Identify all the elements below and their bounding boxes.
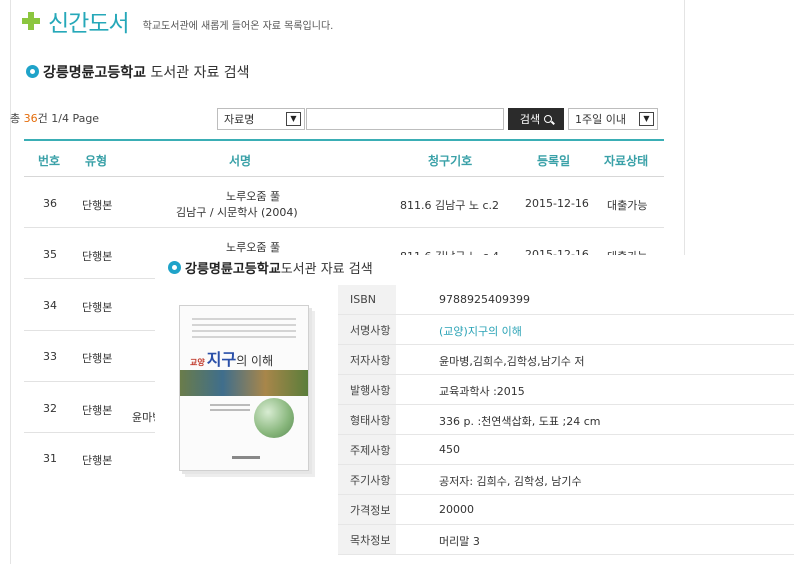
detail-label: 주제사항 bbox=[338, 435, 396, 464]
table-row[interactable]: 36 단행본 노루오줌 풀 김남구 / 시문학사 (2004) 811.6 김남… bbox=[24, 177, 664, 228]
left-border bbox=[10, 0, 11, 564]
row-call-no: 811.6 김남구 노 c.2 bbox=[400, 199, 500, 212]
search-field-select[interactable]: 자료명 ▼ bbox=[217, 108, 305, 130]
detail-value: 공저자: 김희수, 김학성, 남기수 bbox=[439, 475, 582, 488]
detail-row: 서명사항 (교양)지구의 이해 bbox=[338, 315, 794, 345]
col-date: 등록일 bbox=[537, 154, 571, 168]
detail-label: 형태사항 bbox=[338, 405, 396, 434]
detail-label: 목차정보 bbox=[338, 525, 396, 554]
chevron-down-icon[interactable]: ▼ bbox=[286, 112, 301, 126]
cover-photo-strip bbox=[180, 370, 308, 396]
book-cover-image: 교양 지구의 이해 bbox=[179, 305, 309, 471]
row-type: 단행본 bbox=[82, 199, 113, 212]
detail-value: 20000 bbox=[439, 503, 474, 516]
bullet-icon bbox=[168, 261, 181, 274]
detail-title-link[interactable]: (교양)지구의 이해 bbox=[439, 323, 522, 339]
detail-value: 교육과학사 :2015 bbox=[439, 385, 525, 398]
detail-label: 저자사항 bbox=[338, 345, 396, 374]
page-subtitle: 학교도서관에 새롭게 들어온 자료 목록입니다. bbox=[142, 21, 334, 32]
cover-author-lines bbox=[210, 404, 250, 414]
table-row[interactable]: 31 단행본 bbox=[24, 433, 155, 484]
chevron-down-icon[interactable]: ▼ bbox=[639, 112, 654, 126]
page-title: 신간도서 bbox=[48, 11, 130, 37]
detail-row: 형태사항 336 p. :천연색삽화, 도표 ;24 cm bbox=[338, 405, 794, 435]
col-call-no: 청구기호 bbox=[428, 154, 473, 168]
detail-label: 주기사항 bbox=[338, 465, 396, 494]
page-header: 신간도서 학교도서관에 새롭게 들어온 자료 목록입니다. bbox=[20, 6, 334, 37]
detail-popup: 강릉명륜고등학교도서관 자료 검색 교양 지구의 이해 ISBN 97889254… bbox=[155, 255, 794, 564]
row-no: 34 bbox=[43, 299, 57, 312]
table-row[interactable]: 34 단행본 bbox=[24, 280, 155, 331]
search-section-title: 강릉명륜고등학교 도서관 자료 검색 bbox=[26, 62, 250, 82]
cover-title-big: 지구 bbox=[206, 350, 237, 369]
detail-label: 발행사항 bbox=[338, 375, 396, 404]
row-title[interactable]: 노루오줌 풀 bbox=[226, 239, 280, 255]
detail-label: 가격정보 bbox=[338, 495, 396, 524]
bullet-icon bbox=[26, 65, 39, 78]
row-type: 단행본 bbox=[82, 301, 113, 314]
search-button[interactable]: 검색 bbox=[508, 108, 564, 130]
detail-row: 저자사항 윤마병,김희수,김학성,남기수 저 bbox=[338, 345, 794, 375]
row-no: 35 bbox=[43, 248, 57, 261]
school-name: 강릉명륜고등학교 bbox=[43, 65, 147, 81]
row-date: 2015-12-16 bbox=[525, 197, 589, 210]
globe-icon bbox=[254, 398, 294, 438]
popup-title: 강릉명륜고등학교도서관 자료 검색 bbox=[168, 258, 373, 277]
cover-text-lines bbox=[192, 318, 296, 342]
popup-title-label: 도서관 자료 검색 bbox=[280, 262, 373, 277]
row-no: 32 bbox=[43, 402, 57, 415]
detail-row: ISBN 9788925409399 bbox=[338, 285, 794, 315]
col-title: 서명 bbox=[229, 154, 252, 168]
search-icon bbox=[544, 115, 553, 123]
row-type: 단행본 bbox=[82, 250, 113, 263]
row-author: 김남구 / 시문학사 (2004) bbox=[176, 206, 298, 219]
table-row[interactable]: 32 단행본 윤마병 bbox=[24, 382, 162, 433]
table-row[interactable]: 33 단행본 bbox=[24, 331, 155, 382]
plus-icon bbox=[20, 10, 42, 32]
detail-value: 9788925409399 bbox=[439, 293, 530, 306]
detail-value: 450 bbox=[439, 443, 460, 456]
cover-publisher-mark bbox=[232, 456, 260, 459]
right-border bbox=[684, 0, 685, 255]
section-label: 도서관 자료 검색 bbox=[146, 65, 250, 81]
row-no: 31 bbox=[43, 452, 57, 465]
cover-tag: 교양 bbox=[190, 358, 205, 367]
row-type: 단행본 bbox=[82, 352, 113, 365]
detail-label: ISBN bbox=[338, 285, 396, 314]
detail-value: 윤마병,김희수,김학성,남기수 저 bbox=[439, 355, 585, 368]
table-header: 번호 유형 서명 청구기호 등록일 자료상태 bbox=[24, 139, 664, 177]
detail-row: 목차정보 머리말 3 bbox=[338, 525, 794, 555]
col-status: 자료상태 bbox=[604, 154, 649, 168]
col-type: 유형 bbox=[85, 154, 108, 168]
period-select[interactable]: 1주일 이내 ▼ bbox=[568, 108, 658, 130]
popup-school-name: 강릉명륜고등학교 bbox=[185, 262, 281, 277]
search-input[interactable] bbox=[306, 108, 504, 130]
row-no: 36 bbox=[43, 197, 57, 210]
detail-row: 가격정보 20000 bbox=[338, 495, 794, 525]
detail-row: 주제사항 450 bbox=[338, 435, 794, 465]
row-type: 단행본 bbox=[82, 454, 113, 467]
cover-title-rest: 의 이해 bbox=[236, 354, 274, 368]
row-status: 대출가능 bbox=[607, 199, 648, 212]
search-field-value: 자료명 bbox=[224, 113, 255, 126]
detail-row: 주기사항 공저자: 김희수, 김학성, 남기수 bbox=[338, 465, 794, 495]
book-detail-table: ISBN 9788925409399 서명사항 (교양)지구의 이해 저자사항 … bbox=[338, 285, 794, 555]
detail-value: 336 p. :천연색삽화, 도표 ;24 cm bbox=[439, 415, 601, 428]
count-number: 36 bbox=[23, 112, 38, 125]
detail-row: 발행사항 교육과학사 :2015 bbox=[338, 375, 794, 405]
count-suffix: 건 1/4 Page bbox=[37, 112, 100, 125]
period-value: 1주일 이내 bbox=[575, 113, 626, 126]
detail-label: 서명사항 bbox=[338, 315, 396, 344]
detail-value: 머리말 3 bbox=[439, 535, 480, 548]
col-no: 번호 bbox=[38, 154, 61, 168]
search-button-label: 검색 bbox=[519, 113, 541, 126]
row-type: 단행본 bbox=[82, 404, 113, 417]
result-count: 총 36건 1/4 Page bbox=[10, 110, 99, 126]
count-prefix: 총 bbox=[10, 112, 24, 125]
cover-title: 교양 지구의 이해 bbox=[190, 346, 273, 370]
row-no: 33 bbox=[43, 350, 57, 363]
row-title[interactable]: 노루오줌 풀 bbox=[226, 188, 280, 204]
